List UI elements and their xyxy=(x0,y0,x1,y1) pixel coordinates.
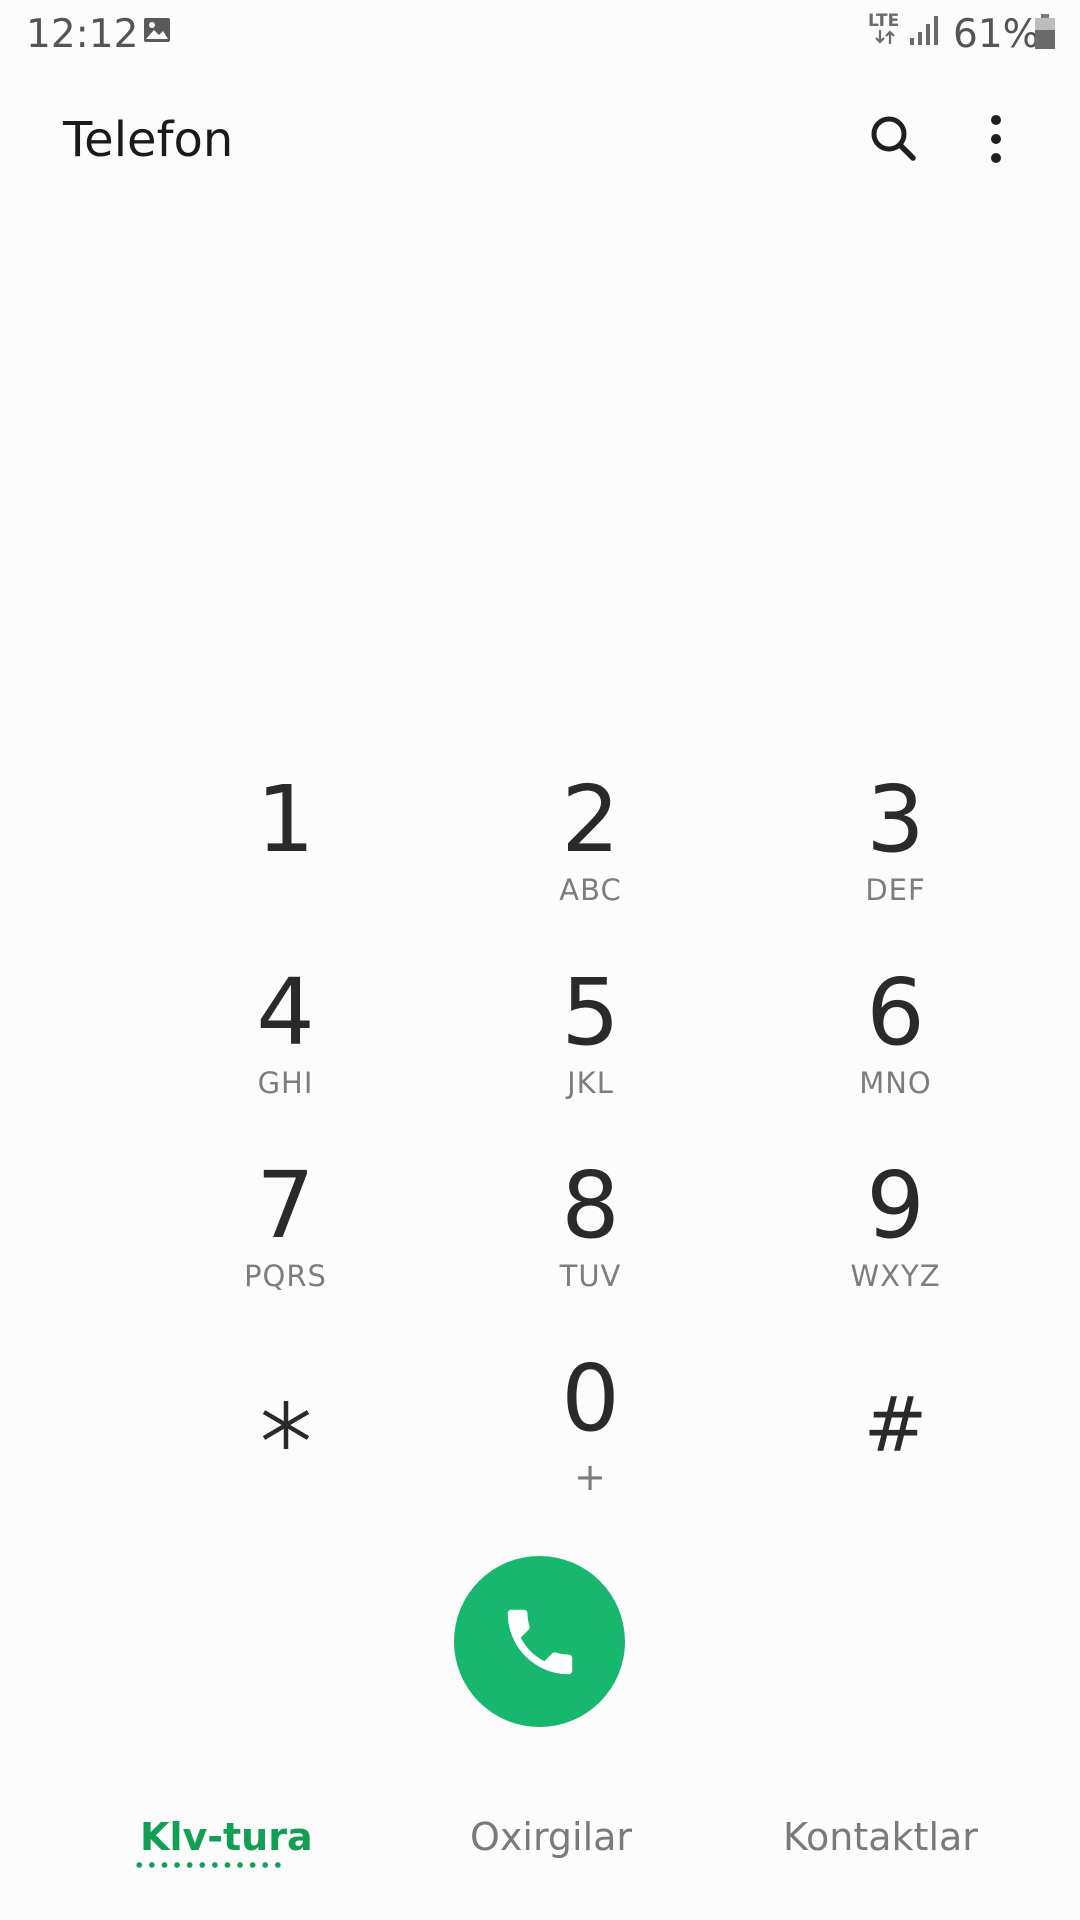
data-arrows-icon xyxy=(875,30,895,44)
key-letters: WXYZ xyxy=(850,1259,941,1293)
key-letters: + xyxy=(574,1455,607,1499)
tab-contacts[interactable]: Kontaktlar xyxy=(783,1805,978,1875)
key-digit: 4 xyxy=(256,959,315,1066)
search-button[interactable] xyxy=(860,106,926,172)
key-letters: MNO xyxy=(859,1066,932,1100)
status-bar: 12:12 LTE 61% xyxy=(0,0,1080,68)
page-title: Telefon xyxy=(63,112,234,168)
status-time: 12:12 xyxy=(26,12,139,57)
key-letters: GHI xyxy=(257,1066,314,1100)
key-7[interactable]: 7 PQRS xyxy=(133,1146,438,1339)
key-letters: PQRS xyxy=(244,1259,327,1293)
key-digit: 3 xyxy=(866,766,925,873)
key-digit: 9 xyxy=(866,1152,925,1259)
key-1[interactable]: 1 xyxy=(133,760,438,953)
key-8[interactable]: 8 TUV xyxy=(438,1146,743,1339)
key-digit: # xyxy=(863,1380,928,1469)
app-header: Telefon xyxy=(0,88,1080,192)
tab-recents[interactable]: Oxirgilar xyxy=(470,1805,632,1875)
key-letters: ABC xyxy=(559,873,622,907)
key-digit: 2 xyxy=(561,766,620,873)
key-0[interactable]: 0 + xyxy=(438,1339,743,1532)
key-9[interactable]: 9 WXYZ xyxy=(743,1146,1048,1339)
dial-keypad: 1 2 ABC 3 DEF 4 GHI 5 JKL 6 MNO 7 PQRS 8… xyxy=(0,760,1080,1532)
key-letters: TUV xyxy=(559,1259,622,1293)
active-tab-indicator xyxy=(133,1862,285,1868)
key-star[interactable] xyxy=(133,1339,438,1532)
signal-icon xyxy=(910,16,938,45)
search-icon xyxy=(871,116,916,161)
key-2[interactable]: 2 ABC xyxy=(438,760,743,953)
key-6[interactable]: 6 MNO xyxy=(743,953,1048,1146)
phone-icon xyxy=(507,1609,572,1674)
dialer-screen: 12:12 LTE 61% Telefon 1 2 ABC 3 DEF 4 GH… xyxy=(0,0,1080,1920)
key-digit: 7 xyxy=(256,1152,315,1259)
network-type: LTE xyxy=(868,11,900,31)
key-digit: 5 xyxy=(561,959,620,1066)
key-hash[interactable]: # xyxy=(743,1339,1048,1532)
gallery-notification-icon xyxy=(144,18,170,42)
key-5[interactable]: 5 JKL xyxy=(438,953,743,1146)
key-digit: 8 xyxy=(561,1152,620,1259)
key-letters: JKL xyxy=(567,1066,614,1100)
call-button[interactable] xyxy=(454,1556,625,1727)
more-vert-icon xyxy=(991,115,1001,163)
key-3[interactable]: 3 DEF xyxy=(743,760,1048,953)
key-digit: 1 xyxy=(256,766,315,873)
key-digit: 0 xyxy=(561,1345,620,1452)
battery-percent: 61% xyxy=(953,12,1040,57)
key-digit: 6 xyxy=(866,959,925,1066)
asterisk-icon xyxy=(262,1401,310,1449)
key-4[interactable]: 4 GHI xyxy=(133,953,438,1146)
battery-icon xyxy=(1035,14,1055,49)
more-options-button[interactable] xyxy=(970,106,1022,172)
key-letters: DEF xyxy=(865,873,926,907)
